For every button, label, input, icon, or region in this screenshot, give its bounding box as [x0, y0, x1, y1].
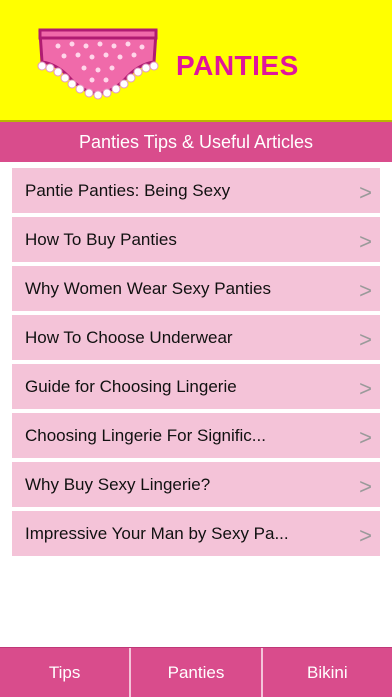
list-item-label: Choosing Lingerie For Signific...: [25, 425, 266, 445]
list-item[interactable]: How To Buy Panties >: [12, 217, 380, 262]
list-item-label: Why Buy Sexy Lingerie?: [25, 474, 211, 494]
bottom-tab-bar: Tips Panties Bikini: [0, 647, 392, 697]
list-item[interactable]: Pantie Panties: Being Sexy >: [12, 168, 380, 213]
list-item[interactable]: Choosing Lingerie For Signific... >: [12, 413, 380, 458]
article-list: Pantie Panties: Being Sexy > How To Buy …: [12, 168, 380, 560]
tab-tips[interactable]: Tips: [0, 648, 132, 697]
chevron-right-icon: >: [359, 424, 372, 450]
chevron-right-icon: >: [359, 522, 372, 548]
app-title: PANTIES: [176, 50, 299, 81]
list-item-label: How To Buy Panties: [25, 229, 177, 249]
chevron-right-icon: >: [359, 179, 372, 205]
list-item[interactable]: Guide for Choosing Lingerie >: [12, 364, 380, 409]
chevron-right-icon: >: [359, 473, 372, 499]
panties-logo-icon: [37, 28, 159, 100]
list-item-label: How To Choose Underwear: [25, 327, 233, 347]
list-item[interactable]: Why Women Wear Sexy Panties >: [12, 266, 380, 311]
section-title: Panties Tips & Useful Articles: [0, 122, 392, 162]
list-item-label: Pantie Panties: Being Sexy: [25, 180, 231, 200]
tab-panties[interactable]: Panties: [131, 648, 263, 697]
list-item-label: Impressive Your Man by Sexy Pa...: [25, 523, 289, 543]
chevron-right-icon: >: [359, 326, 372, 352]
list-item[interactable]: How To Choose Underwear >: [12, 315, 380, 360]
chevron-right-icon: >: [359, 228, 372, 254]
list-item[interactable]: Impressive Your Man by Sexy Pa... >: [12, 511, 380, 556]
list-item-label: Guide for Choosing Lingerie: [25, 376, 237, 396]
chevron-right-icon: >: [359, 375, 372, 401]
app-header: PANTIES: [0, 0, 392, 120]
chevron-right-icon: >: [359, 277, 372, 303]
list-item[interactable]: Why Buy Sexy Lingerie? >: [12, 462, 380, 507]
tab-bikini[interactable]: Bikini: [263, 648, 392, 697]
list-item-label: Why Women Wear Sexy Panties: [25, 278, 271, 298]
